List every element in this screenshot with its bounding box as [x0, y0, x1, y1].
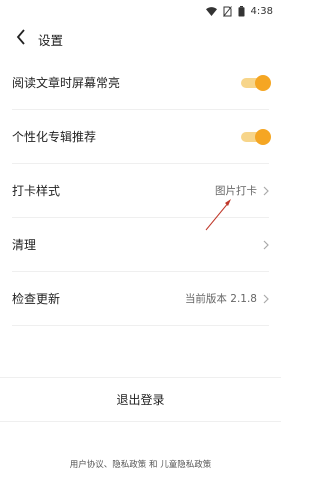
- chevron-left-icon: [16, 29, 26, 49]
- status-bar: 4:38: [0, 0, 281, 22]
- setting-label: 阅读文章时屏幕常亮: [12, 76, 121, 90]
- battery-icon: [238, 5, 245, 17]
- chevron-right-icon: [263, 294, 269, 304]
- setting-label: 清理: [12, 238, 37, 252]
- settings-list: 阅读文章时屏幕常亮 个性化专辑推荐 打卡样式 图片打卡 清理 检查更新 当前版本…: [12, 56, 271, 326]
- page-title: 设置: [38, 32, 64, 48]
- setting-row-checkin-style[interactable]: 打卡样式 图片打卡: [12, 164, 269, 218]
- footer-links[interactable]: 用户协议、隐私政策 和 儿童隐私政策: [0, 458, 281, 470]
- setting-row-recommend: 个性化专辑推荐: [12, 110, 271, 164]
- logout-button[interactable]: 退出登录: [0, 378, 281, 420]
- setting-label: 检查更新: [12, 292, 61, 306]
- setting-label: 个性化专辑推荐: [12, 130, 97, 144]
- back-button[interactable]: [4, 22, 38, 56]
- setting-label: 打卡样式: [12, 184, 61, 198]
- divider: [0, 421, 281, 422]
- header: 设置: [0, 22, 281, 56]
- screen-on-toggle[interactable]: [241, 74, 271, 91]
- setting-value: 当前版本 2.1.8: [184, 293, 257, 305]
- setting-row-check-update[interactable]: 检查更新 当前版本 2.1.8: [12, 272, 269, 326]
- setting-row-screen-on: 阅读文章时屏幕常亮: [12, 56, 271, 110]
- status-time: 4:38: [250, 5, 273, 17]
- chevron-right-icon: [263, 186, 269, 196]
- recommend-toggle[interactable]: [241, 128, 271, 145]
- chevron-right-icon: [263, 240, 269, 250]
- setting-row-clean[interactable]: 清理: [12, 218, 269, 272]
- no-sim-icon: [222, 5, 232, 17]
- wifi-icon: [205, 6, 217, 16]
- setting-value: 图片打卡: [215, 185, 257, 197]
